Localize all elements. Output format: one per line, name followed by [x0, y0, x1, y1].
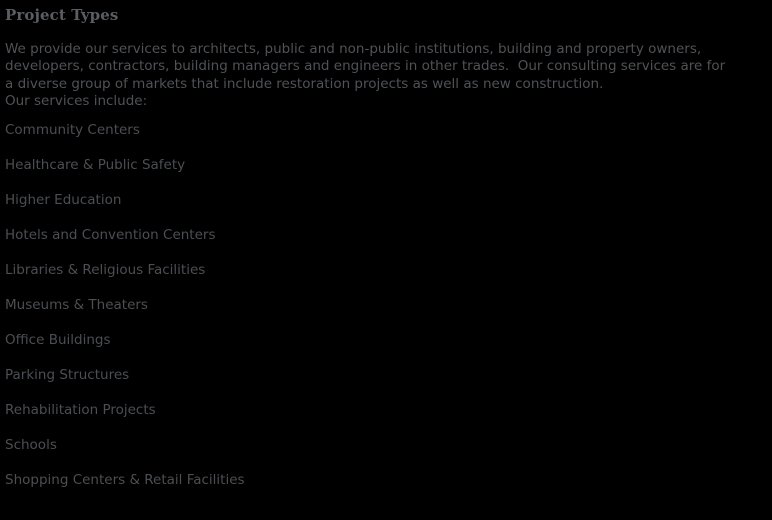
list-item: Libraries & Religious Facilities	[5, 262, 206, 278]
list-item: Community Centers	[5, 122, 140, 138]
services-list: Community Centers Healthcare & Public Sa…	[5, 122, 765, 507]
list-item: Office Buildings	[5, 332, 111, 348]
list-item: Museums & Theaters	[5, 297, 148, 313]
list-item: Parking Structures	[5, 367, 130, 383]
list-item: Hotels and Convention Centers	[5, 227, 216, 243]
list-item: Schools	[5, 437, 57, 453]
intro-line: a diverse group of markets that include …	[5, 75, 604, 92]
intro-line: We provide our services to architects, p…	[5, 41, 702, 57]
page-title: Project Types	[5, 6, 119, 24]
intro-paragraph: We provide our services to architects, p…	[5, 41, 765, 111]
list-item: Higher Education	[5, 192, 122, 208]
list-item: Rehabilitation Projects	[5, 402, 156, 418]
intro-line: Our services include:	[5, 93, 148, 110]
list-item: Healthcare & Public Safety	[5, 157, 186, 173]
list-item: Shopping Centers & Retail Facilities	[5, 472, 245, 488]
intro-line: developers, contractors, building manage…	[5, 58, 726, 75]
page-root: Project Types We provide our services to…	[0, 0, 772, 520]
